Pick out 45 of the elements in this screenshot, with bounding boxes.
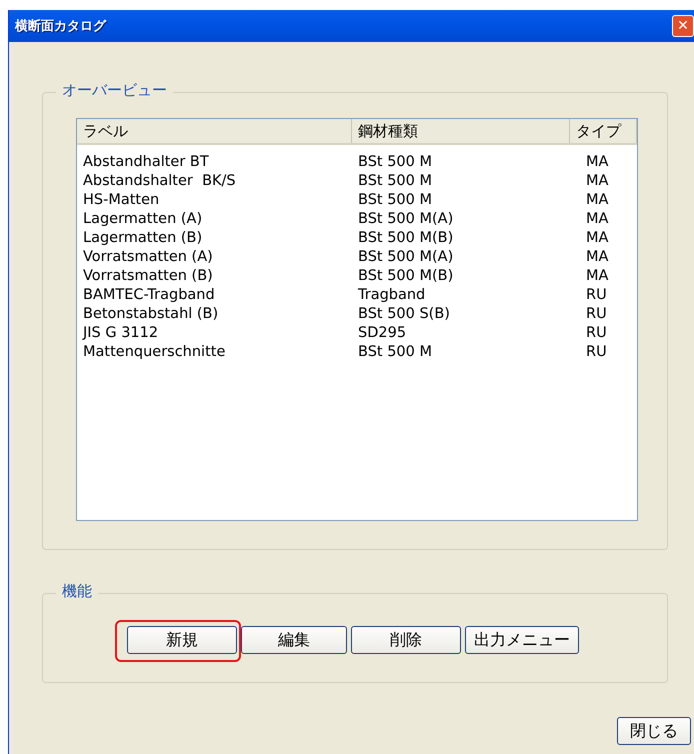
list-cell-text: BSt 500 M(A)	[357, 248, 454, 267]
list-cell-text: RU	[585, 286, 608, 305]
list-cell-text: BSt 500 S(B)	[357, 305, 451, 324]
column-header[interactable]: 鋼材種類	[352, 119, 570, 143]
list-cell-text: BSt 500 M	[357, 191, 433, 210]
function-button[interactable]: 編集	[241, 626, 347, 654]
list-cell-text: MA	[585, 248, 610, 267]
list-cell-text: HS-Matten	[82, 191, 160, 210]
list-cell-text: Tragband	[357, 286, 426, 305]
group-title: 機能	[56, 581, 98, 601]
list-cell-text: SD295	[357, 324, 408, 343]
list-cell-text: BAMTEC-Tragband	[82, 286, 216, 305]
function-button[interactable]: 新規	[127, 626, 237, 654]
list-cell-text: Abstandshalter BK/S	[82, 172, 237, 191]
list-cell-text: BSt 500 M(B)	[357, 229, 454, 248]
list-cell-text: Vorratsmatten (B)	[82, 267, 214, 286]
list-cell-text: Vorratsmatten (A)	[82, 248, 214, 267]
group-title: オーバービュー	[56, 80, 173, 100]
list-cell-text: RU	[585, 305, 608, 324]
list-cell-text: RU	[585, 324, 608, 343]
list-cell-text: MA	[585, 267, 610, 286]
close-dialog-button[interactable]: 閉じる	[617, 717, 691, 745]
list-cell-text: Abstandhalter BT	[82, 153, 210, 172]
list-cell-text: BSt 500 M	[357, 343, 433, 362]
list-cell-text: MA	[585, 191, 610, 210]
list-cell-text: MA	[585, 153, 610, 172]
list-cell-text: MA	[585, 229, 610, 248]
list-cell-text: MA	[585, 210, 610, 229]
function-button[interactable]: 削除	[351, 626, 461, 654]
window-title: 横断面カタログ	[14, 18, 106, 35]
column-header[interactable]: ラベル	[77, 119, 352, 143]
list-cell-text: BSt 500 M	[357, 153, 433, 172]
list-cell-text: BSt 500 M(A)	[357, 210, 454, 229]
column-header[interactable]: タイプ	[570, 119, 637, 143]
list-cell-text: MA	[585, 172, 610, 191]
list-cell-text: Lagermatten (A)	[82, 210, 204, 229]
list-cell-text: JIS G 3112	[81, 324, 160, 343]
close-button[interactable]: ✕	[672, 15, 694, 37]
list-cell-text: Lagermatten (B)	[82, 229, 204, 248]
list-cell-text: BSt 500 M(B)	[357, 267, 454, 286]
list-cell-text: Mattenquerschnitte	[82, 343, 226, 362]
list-cell-text: Betonstabstahl (B)	[82, 305, 220, 324]
list-cell-text: BSt 500 M	[357, 172, 433, 191]
function-button[interactable]: 出力メニュー	[465, 626, 579, 654]
list-cell-text: RU	[585, 343, 608, 362]
